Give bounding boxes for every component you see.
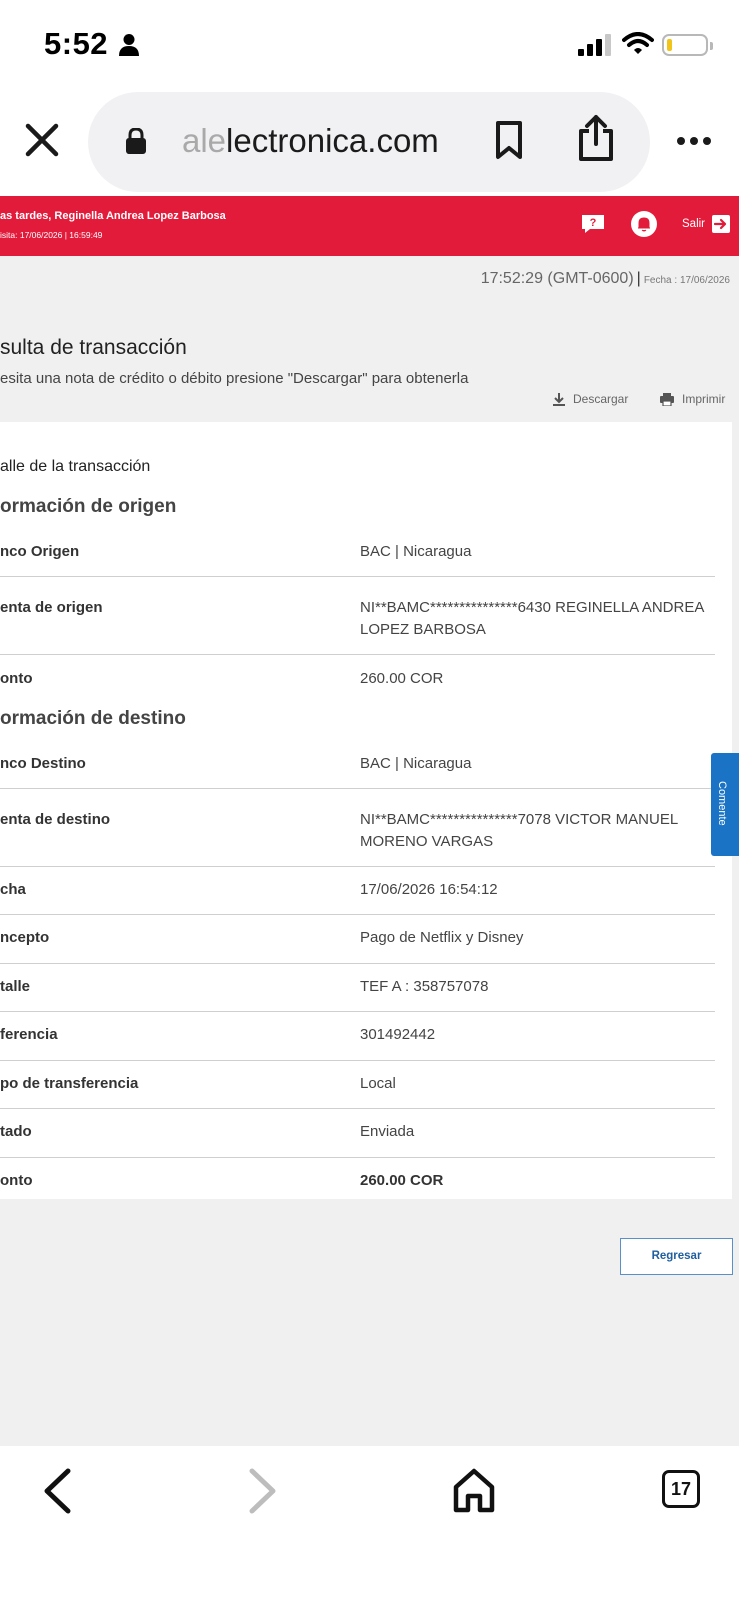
detail-row: ferencia 301492442 (0, 1012, 715, 1061)
detail-row: nco Origen BAC | Nicaragua (0, 532, 715, 577)
person-icon (119, 34, 139, 56)
detail-row: tado Enviada (0, 1109, 715, 1158)
bell-icon[interactable] (631, 211, 657, 237)
more-icon[interactable] (676, 136, 712, 146)
print-icon (660, 393, 674, 407)
download-button[interactable]: Descargar (553, 392, 628, 406)
wifi-icon (622, 32, 654, 54)
print-button[interactable]: Imprimir (660, 392, 725, 407)
page-subtitle: esita una nota de crédito o débito presi… (0, 370, 469, 387)
card-title: alle de la transacción (0, 458, 151, 475)
main-content: 17:52:29 (GMT-0600) | Fecha : 17/06/2026 s… (0, 256, 739, 1446)
detail-row: ncepto Pago de Netflix y Disney (0, 915, 715, 964)
last-visit: isita: 17/06/2026 | 16:59:49 (0, 230, 103, 240)
destination-section-title: ormación de destino (0, 708, 186, 729)
detail-row: cha 17/06/2026 16:54:12 (0, 867, 715, 915)
detail-row: nco Destino BAC | Nicaragua (0, 744, 715, 789)
status-time: 5:52 (44, 26, 109, 61)
server-clock: 17:52:29 (GMT-0600) | Fecha : 17/06/2026 (480, 270, 730, 287)
logout-icon[interactable] (712, 215, 730, 233)
help-icon[interactable]: ? (581, 214, 605, 234)
page-title: sulta de transacción (0, 336, 187, 359)
home-icon[interactable] (452, 1468, 496, 1514)
transaction-detail-card: alle de la transacción ormación de orige… (0, 422, 732, 1199)
detail-row: po de transferencia Local (0, 1061, 715, 1109)
download-icon (553, 393, 565, 406)
svg-text:?: ? (590, 217, 597, 229)
browser-toolbar: 17 (0, 1446, 739, 1600)
back-button[interactable]: Regresar (620, 1238, 733, 1275)
url-text[interactable]: alelectronica.com (182, 122, 439, 160)
detail-row: enta de destino NI**BAMC***************7… (0, 789, 715, 867)
logout-link[interactable]: Salir (682, 218, 705, 230)
detail-row: onto 260.00 COR (0, 1172, 444, 1189)
feedback-tab[interactable]: Comente (711, 753, 739, 856)
close-icon[interactable] (22, 120, 62, 160)
greeting: as tardes, Reginella Andrea Lopez Barbos… (0, 210, 226, 222)
detail-row: enta de origen NI**BAMC***************64… (0, 577, 715, 655)
cellular-signal-icon (578, 34, 611, 56)
detail-row: talle TEF A : 358757078 (0, 964, 715, 1012)
battery-icon (662, 34, 713, 56)
tabs-button[interactable]: 17 (662, 1470, 700, 1508)
bookmark-icon[interactable] (494, 120, 524, 160)
lock-icon (126, 128, 146, 154)
back-arrow-icon[interactable] (40, 1468, 74, 1514)
site-header: as tardes, Reginella Andrea Lopez Barbos… (0, 196, 739, 256)
origin-section-title: ormación de origen (0, 496, 177, 517)
forward-arrow-icon[interactable] (246, 1468, 280, 1514)
status-bar: 5:52 (0, 0, 739, 88)
detail-row: onto 260.00 COR (0, 670, 444, 687)
share-icon[interactable] (576, 114, 616, 162)
tabs-count: 17 (670, 1479, 692, 1499)
browser-bar: alelectronica.com (0, 88, 739, 196)
